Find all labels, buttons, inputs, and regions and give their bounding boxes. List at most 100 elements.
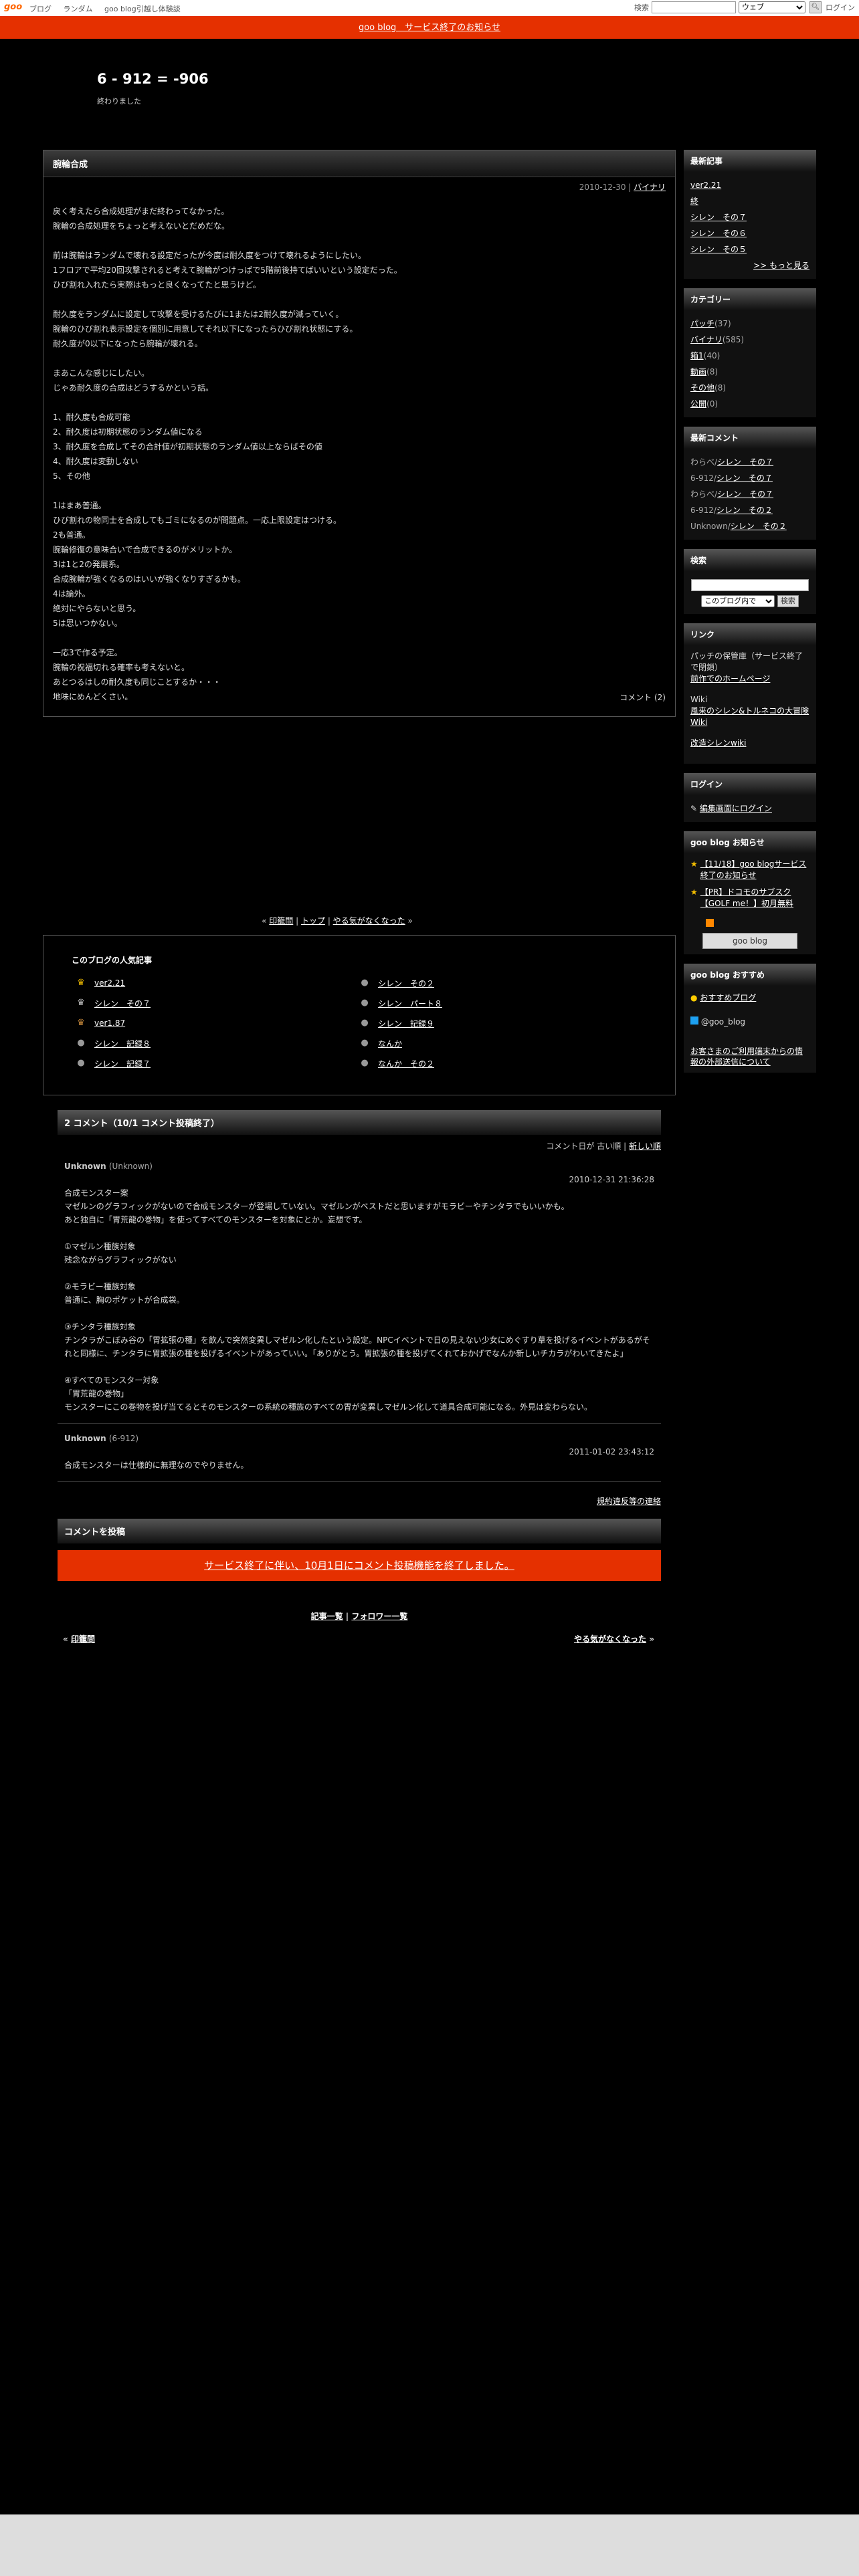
category-link[interactable]: その他 — [690, 383, 714, 393]
sidebar-search-scope[interactable]: このブログ内で — [701, 595, 775, 607]
category-link[interactable]: パッチ — [690, 319, 714, 328]
category-item: パッチ(37) — [690, 316, 809, 332]
recommend-link[interactable]: おすすめブログ — [700, 993, 756, 1002]
sidebar-search: 検索 このブログ内で 検索 — [684, 549, 816, 614]
latest-comment-post-link[interactable]: シレン その７ — [717, 457, 773, 467]
sidebar-search-button[interactable]: 検索 — [777, 595, 799, 607]
category-link[interactable]: 動画 — [690, 367, 706, 377]
latest-comment-post-link[interactable]: シレン その２ — [717, 506, 773, 515]
comment-count-link[interactable]: コメント (2) — [619, 691, 666, 703]
nav-blog[interactable]: ブログ — [29, 5, 52, 13]
comment-text: 合成モンスターは仕様的に無理なのでやりません。 — [64, 1461, 249, 1470]
article-line: じゃあ耐久度の合成はどうするかという話。 — [53, 383, 214, 393]
popular-item-link[interactable]: シレン 記録９ — [378, 1018, 434, 1029]
sidebar-categories: カテゴリー パッチ(37) バイナリ(585) 箱1(40) 動画(8) その他(8) 公… — [684, 288, 816, 417]
star-icon: ★ — [690, 859, 698, 869]
comment-date: 2010-12-31 21:36:28 — [569, 1175, 654, 1184]
latest-comment-author: 6-912/ — [690, 506, 717, 515]
latest-comment-item: Unknown/シレン その２ — [690, 518, 809, 534]
pager-prev-link[interactable]: 印籠問 — [269, 916, 293, 926]
tos-report-link[interactable]: 規約違反等の連絡 — [597, 1497, 661, 1506]
article-line: 耐久度をランダムに設定して攻撃を受けるたびに1または2耐久度が減っていく。 — [53, 310, 344, 319]
article-line: 1はまあ普通。 — [53, 501, 106, 510]
gray-circle-icon: ● — [361, 998, 369, 1008]
search-icon[interactable]: 🔍︎ — [809, 1, 822, 13]
bottom-next-link[interactable]: やる気がなくなった — [574, 1634, 646, 1644]
popular-item-link[interactable]: シレン パート８ — [378, 998, 442, 1009]
gray-circle-icon: ● — [361, 1058, 369, 1068]
comment-date: 2011-01-02 23:43:12 — [569, 1447, 654, 1457]
nav-migration-stories[interactable]: goo blog引越し体験談 — [104, 5, 181, 13]
nav-random[interactable]: ランダム — [64, 5, 93, 13]
recent-article-link[interactable]: シレン その６ — [690, 225, 809, 241]
sidebar-goo-notices: goo blog お知らせ ★ 【11/18】goo blogサービス終了のお知… — [684, 831, 816, 954]
latest-comment-post-link[interactable]: シレン その７ — [717, 490, 773, 499]
article-line: 一応3で作る予定。 — [53, 648, 122, 657]
category-link[interactable]: 公開 — [690, 399, 706, 409]
edit-login-link[interactable]: 編集画面にログイン — [700, 804, 772, 813]
search-scope-select[interactable]: ウェブ — [739, 1, 805, 13]
popular-item-link[interactable]: シレン 記録７ — [94, 1058, 151, 1069]
recent-article-link[interactable]: ver2.21 — [690, 177, 809, 193]
pencil-icon: ✎ — [690, 804, 698, 813]
popular-item-link[interactable]: シレン その７ — [94, 998, 151, 1009]
popular-item-link[interactable]: なんか — [378, 1038, 402, 1049]
sidebar-recommend: goo blog おすすめ ● おすすめブログ @goo_blog お客さまのご… — [684, 964, 816, 1073]
article-category-link[interactable]: バイナリ — [634, 183, 666, 192]
popular-item: ● シレン その２ — [358, 973, 626, 993]
sort-new-link[interactable]: 新しい順 — [629, 1142, 661, 1151]
article-list-link[interactable]: 記事一覧 — [311, 1612, 343, 1621]
category-link[interactable]: バイナリ — [690, 335, 723, 344]
category-link[interactable]: 箱1 — [690, 351, 704, 360]
popular-item-link[interactable]: シレン 記録８ — [94, 1038, 151, 1049]
search-input[interactable] — [652, 1, 736, 13]
follower-list-link[interactable]: フォロワー一覧 — [351, 1612, 407, 1621]
link-description: Wiki — [690, 695, 708, 704]
notice-link-1[interactable]: 【11/18】goo blogサービス終了のお知らせ — [700, 859, 809, 881]
recent-article-link[interactable]: 終 — [690, 193, 809, 209]
sidebar-search-input[interactable] — [691, 579, 809, 591]
blog-title[interactable]: 6 - 912 = -906 — [97, 71, 209, 87]
latest-comment-post-link[interactable]: シレン その７ — [717, 473, 773, 483]
rss-icon[interactable] — [706, 919, 714, 927]
popular-item-link[interactable]: なんか その２ — [378, 1058, 434, 1069]
twitter-handle[interactable]: @goo_blog — [701, 1017, 745, 1027]
pager-top-link[interactable]: トップ — [301, 916, 325, 926]
external-send-notice-link[interactable]: お客さまのご利用端末からの情報の外部送信について — [690, 1047, 803, 1067]
article-line: 絶対にやらないと思う。 — [53, 604, 141, 613]
link-group: パッチの保管庫（サービス終了で閉鎖） 前作でのホームページ — [690, 651, 809, 685]
popular-left-column: ♛ ver2.21 ♛ シレン その７ ♛ ver1.87 ● シレン 記録８ ● シレン 記録７ — [74, 973, 342, 1073]
pager-next-link[interactable]: やる気がなくなった — [333, 916, 405, 926]
recent-article-link[interactable]: シレン その５ — [690, 241, 809, 257]
twitter-icon — [690, 1016, 698, 1025]
popular-item: ● シレン 記録９ — [358, 1013, 626, 1033]
article-line: 3は1と2の発展系。 — [53, 560, 124, 569]
popular-item-link[interactable]: ver1.87 — [94, 1018, 125, 1028]
goo-blog-button[interactable]: goo blog — [702, 933, 797, 949]
popular-item-link[interactable]: シレン その２ — [378, 978, 434, 989]
sidebar-link[interactable]: 風来のシレン&トルネコの大冒険 Wiki — [690, 706, 809, 727]
recent-article-link[interactable]: シレン その７ — [690, 209, 809, 225]
popular-item: ● シレン パート８ — [358, 993, 626, 1013]
service-end-notice-link[interactable]: goo blog サービス終了のお知らせ — [359, 23, 500, 33]
link-group: 改造シレンwiki — [690, 738, 809, 749]
article-line: まあこんな感じにしたい。 — [53, 368, 150, 378]
comment-author: Unknown (Unknown) — [64, 1162, 153, 1171]
comment-closed-link[interactable]: サービス終了に伴い、10月1日にコメント投稿機能を終了しました。 — [204, 1560, 514, 1572]
popular-item-link[interactable]: ver2.21 — [94, 978, 125, 988]
article-line: 合成腕輪が強くなるのはいいが強くなりすぎるかも。 — [53, 574, 246, 584]
comment-author: Unknown (6-912) — [64, 1434, 139, 1443]
goo-logo[interactable]: goo — [4, 2, 22, 12]
login-link[interactable]: ログイン — [826, 2, 855, 13]
more-articles-link[interactable]: >> もっと見る — [690, 257, 809, 274]
star-icon: ★ — [690, 887, 698, 897]
sidebar-recent: 最新記事 ver2.21 終シレン その７ シレン その６ シレン その５ >> もっと… — [684, 150, 816, 279]
article-line: 地味にめんどくさい。 — [53, 692, 133, 702]
bottom-prev-link[interactable]: 印籠問 — [71, 1634, 95, 1644]
sidebar-link[interactable]: 前作でのホームページ — [690, 674, 770, 683]
latest-comment-post-link[interactable]: シレン その２ — [731, 522, 787, 531]
notice-link-2[interactable]: 【PR】ドコモのサブスク【GOLF me！】初月無料 — [700, 887, 809, 909]
sidebar-link[interactable]: 改造シレンwiki — [690, 738, 746, 748]
article-title: 腕輪合成 — [43, 150, 675, 177]
